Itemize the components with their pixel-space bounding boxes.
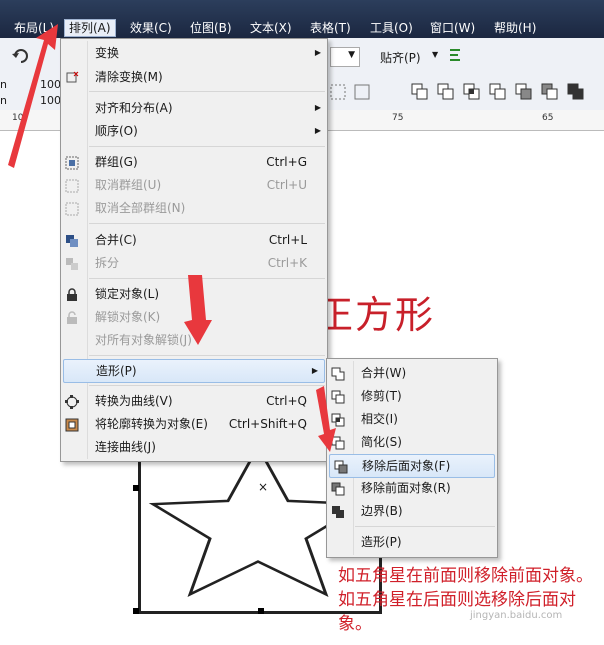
annotation-arrow-icon [8,24,336,452]
